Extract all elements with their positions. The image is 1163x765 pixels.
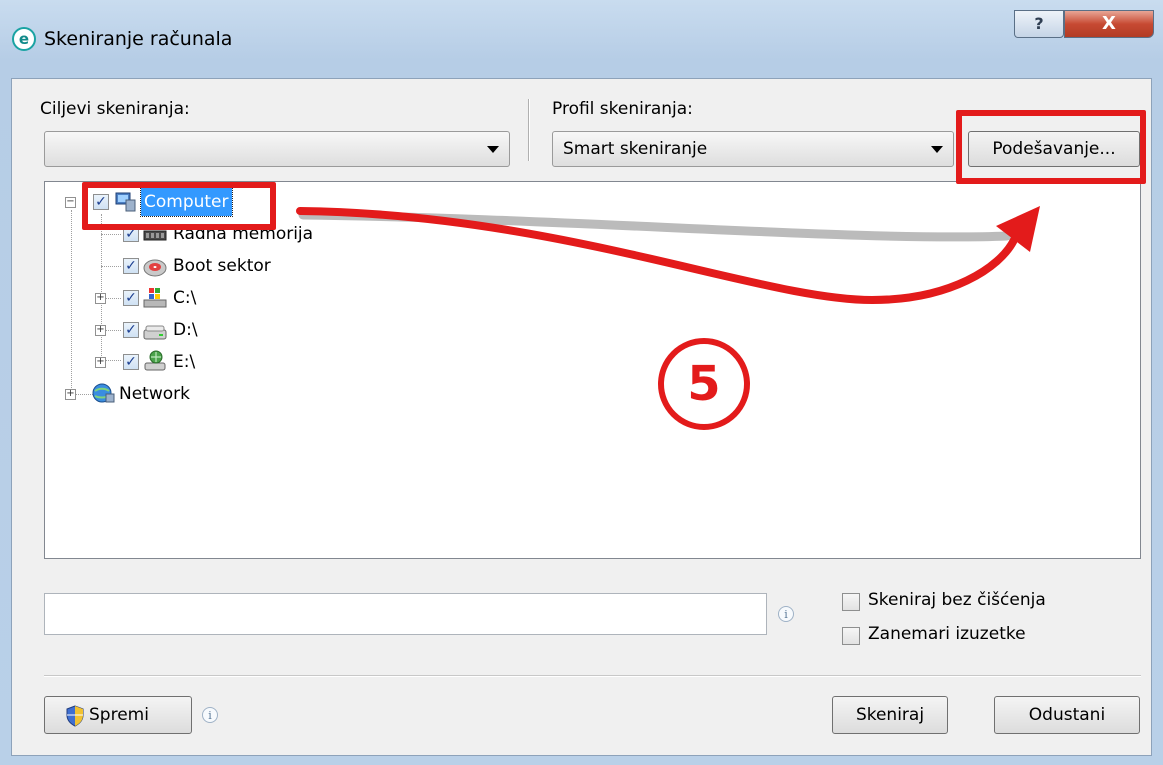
ignore-exclusions-label[interactable]: Zanemari izuzetke — [868, 624, 1026, 644]
expand-icon[interactable]: + — [65, 389, 76, 400]
scan-targets-dropdown[interactable] — [44, 131, 510, 167]
annotation-highlight-settings — [956, 110, 1146, 184]
expand-icon[interactable]: + — [95, 325, 106, 336]
tree-label-network: Network — [119, 384, 190, 404]
tree-item-drive-e[interactable]: + ✓ E:\ — [45, 348, 375, 376]
scan-path-input[interactable] — [44, 593, 767, 635]
scan-profile-label: Profil skeniranja: — [552, 99, 693, 119]
tree-label-drive-c: C:\ — [173, 288, 197, 308]
window-title: Skeniranje računala — [44, 28, 233, 50]
close-button[interactable]: X — [1064, 10, 1154, 38]
no-cleaning-checkbox[interactable] — [842, 593, 860, 611]
tree-label-drive-d: D:\ — [173, 320, 198, 340]
save-button-label: Spremi — [89, 705, 149, 725]
drive-d-checkbox[interactable]: ✓ — [123, 322, 139, 338]
collapse-icon[interactable]: − — [65, 197, 76, 208]
tree-item-boot-sector[interactable]: ✓ Boot sektor — [45, 252, 375, 280]
scan-profile-dropdown[interactable]: Smart skeniranje — [552, 131, 954, 167]
windows-drive-icon — [143, 288, 167, 308]
tree-item-drive-d[interactable]: + ✓ D:\ — [45, 316, 375, 344]
scan-button[interactable]: Skeniraj — [832, 696, 948, 734]
network-drive-icon — [144, 350, 166, 371]
title-bar[interactable]: e Skeniranje računala ? X — [0, 0, 1163, 78]
tree-item-drive-c[interactable]: + ✓ C:\ — [45, 284, 375, 312]
no-cleaning-label[interactable]: Skeniraj bez čišćenja — [868, 590, 1046, 610]
tree-label-boot-sector: Boot sektor — [173, 256, 271, 276]
tree-item-network[interactable]: + Network — [45, 380, 345, 408]
drive-icon — [143, 325, 167, 340]
tree-label-drive-e: E:\ — [173, 352, 196, 372]
eset-app-icon: e — [12, 27, 36, 51]
save-button[interactable]: Spremi — [44, 696, 192, 734]
step-number-badge: 5 — [658, 338, 750, 430]
disk-icon — [143, 259, 167, 277]
annotation-highlight-computer — [82, 182, 276, 230]
cancel-button[interactable]: Odustani — [994, 696, 1140, 734]
dialog-window: e Skeniranje računala ? X Ciljevi skenir… — [0, 0, 1163, 765]
dropdown-arrow-icon — [487, 146, 499, 153]
help-button[interactable]: ? — [1014, 10, 1064, 38]
boot-sector-checkbox[interactable]: ✓ — [123, 258, 139, 274]
expand-icon[interactable]: + — [95, 293, 106, 304]
scan-target-tree[interactable]: − ✓ Computer ✓ Radna memorija ✓ Boot sek… — [44, 181, 1141, 559]
vertical-separator — [528, 99, 530, 161]
shield-icon — [66, 705, 84, 727]
info-icon[interactable]: i — [202, 707, 218, 723]
scan-targets-label: Ciljevi skeniranja: — [40, 99, 190, 119]
scan-profile-value: Smart skeniranje — [563, 139, 708, 159]
horizontal-separator — [44, 675, 1141, 677]
drive-e-checkbox[interactable]: ✓ — [123, 354, 139, 370]
network-icon — [92, 383, 115, 403]
drive-c-checkbox[interactable]: ✓ — [123, 290, 139, 306]
ignore-exclusions-checkbox[interactable] — [842, 627, 860, 645]
expand-icon[interactable]: + — [95, 357, 106, 368]
dropdown-arrow-icon — [931, 146, 943, 153]
info-icon[interactable]: i — [778, 606, 794, 622]
